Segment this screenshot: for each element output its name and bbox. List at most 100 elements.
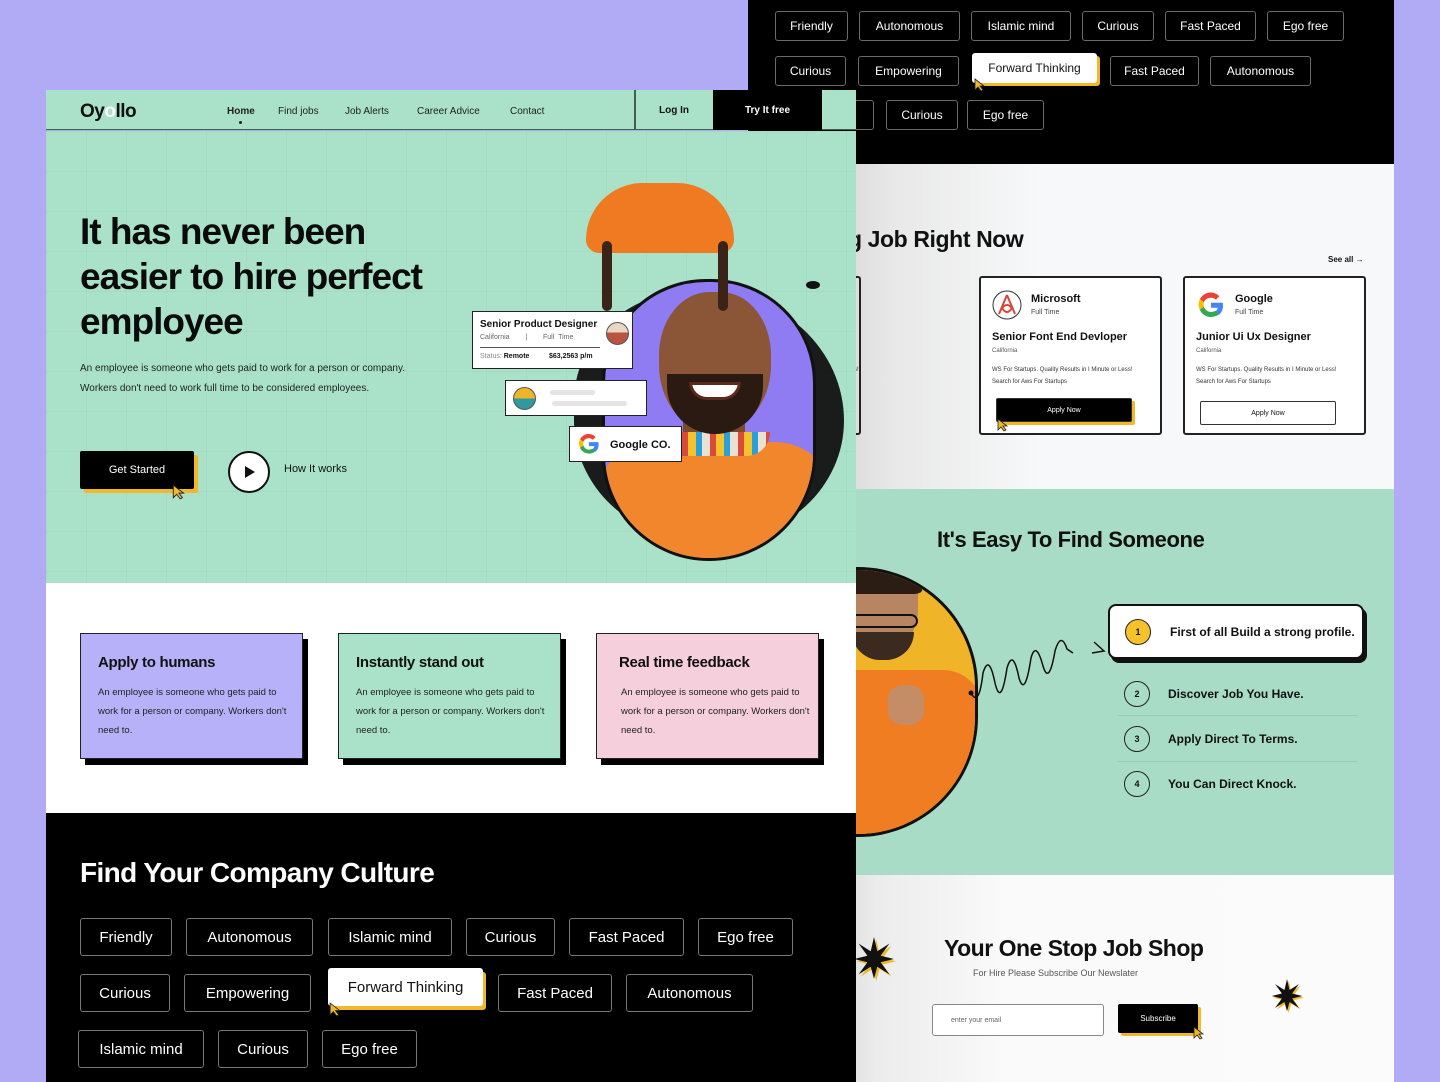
google-logo-icon <box>579 433 599 454</box>
front-page-preview: Oyollo Home Find jobs Job Alerts Career … <box>46 90 856 1082</box>
culture-chip[interactable]: Curious <box>80 974 170 1012</box>
culture-chip[interactable]: Curious <box>886 100 958 130</box>
jobs-title: g Job Right Now <box>848 226 1024 252</box>
job-type: Full Time <box>1031 309 1060 316</box>
divider <box>1118 761 1358 762</box>
step-item-active[interactable]: 1 First of all Build a strong profile. <box>1108 604 1364 659</box>
job-pay: $63,2563 p/m <box>549 353 593 360</box>
try-free-button[interactable]: Try It free <box>713 90 822 130</box>
active-indicator <box>239 121 242 124</box>
culture-chip-active[interactable]: Forward Thinking <box>328 968 483 1006</box>
culture-chip[interactable]: Islamic mind <box>971 11 1071 41</box>
step-text[interactable]: Apply Direct To Terms. <box>1168 732 1298 746</box>
culture-chip[interactable]: Curious <box>775 56 846 86</box>
apply-now-button[interactable]: Apply Now <box>1200 401 1336 425</box>
play-icon <box>245 466 255 478</box>
nav-link-home[interactable]: Home <box>227 106 255 117</box>
arrow-right-icon: → <box>1355 255 1364 264</box>
culture-chip[interactable]: Ego free <box>1267 11 1344 41</box>
job-description: WS For Startups. Quality Results in I Mi… <box>992 367 1133 385</box>
star-burst-icon <box>854 937 896 981</box>
culture-chip[interactable]: Autonomous <box>859 11 960 41</box>
job-location: California <box>992 348 1018 354</box>
company-card[interactable]: Google CO. <box>569 426 682 462</box>
job-card-microsoft: Microsoft Full Time Senior Font End Devl… <box>979 276 1162 435</box>
culture-chip[interactable]: Autonomous <box>186 918 313 956</box>
culture-chip[interactable]: Autonomous <box>626 974 753 1012</box>
skeleton-line <box>552 401 627 406</box>
job-title: Junior Ui Ux Designer <box>1196 331 1311 343</box>
culture-chip[interactable]: Empowering <box>184 974 311 1012</box>
subscribe-button[interactable]: Subscribe <box>1118 1004 1198 1033</box>
job-company: Google <box>1235 293 1273 305</box>
culture-chip[interactable]: Ego free <box>322 1030 417 1068</box>
person-hair <box>718 241 728 311</box>
step-text: First of all Build a strong profile. <box>1170 625 1355 639</box>
culture-chip[interactable]: Fast Paced <box>498 974 612 1012</box>
cursor-icon <box>974 78 986 92</box>
divider <box>480 347 600 348</box>
logo[interactable]: Oyollo <box>80 101 137 123</box>
culture-chip[interactable]: Ego free <box>698 918 793 956</box>
step-number: 4 <box>1124 771 1150 797</box>
step-text[interactable]: Discover Job You Have. <box>1168 687 1304 701</box>
login-button[interactable]: Log In <box>635 90 713 130</box>
top-nav: Oyollo Home Find jobs Job Alerts Career … <box>46 90 856 130</box>
apply-now-button[interactable]: Apply Now <box>996 398 1132 422</box>
play-button[interactable] <box>228 451 270 493</box>
hero-description: An employee is someone who gets paid to … <box>80 363 405 394</box>
feature-title: Apply to humans <box>98 654 216 671</box>
culture-chip[interactable]: Fast Paced <box>1165 11 1256 41</box>
newsletter-subtitle: For Hire Please Subscribe Our Newslater <box>973 968 1139 978</box>
cursor-icon <box>1193 1026 1205 1040</box>
culture-chip[interactable]: Autonomous <box>1210 56 1311 86</box>
nav-link-career-advice[interactable]: Career Advice <box>417 106 480 117</box>
job-preview-card[interactable]: Senior Product Designer California | Ful… <box>472 311 633 369</box>
easy-title: It's Easy To Find Someone <box>937 527 1205 552</box>
feature-description: An employee is someone who gets paid to … <box>98 687 287 736</box>
company-name: Google CO. <box>610 439 671 451</box>
culture-chip[interactable]: Curious <box>218 1030 308 1068</box>
avatar <box>513 387 536 410</box>
job-card-google: Google Full Time Junior Ui Ux Designer C… <box>1183 276 1366 435</box>
candidate-loading-card[interactable] <box>505 380 647 416</box>
job-type: Full Time <box>1235 309 1264 316</box>
step-number: 2 <box>1124 681 1150 707</box>
culture-chip[interactable]: Fast Paced <box>1110 56 1199 86</box>
culture-section: Find Your Company Culture Friendly Auton… <box>46 813 856 1082</box>
hero-person-photo <box>602 279 816 561</box>
step-text[interactable]: You Can Direct Knock. <box>1168 777 1296 791</box>
culture-chip[interactable]: Islamic mind <box>78 1030 204 1068</box>
job-location: California <box>1196 348 1222 354</box>
feature-card: Instantly stand out An employee is someo… <box>338 633 561 759</box>
newsletter-title: Your One Stop Job Shop <box>944 935 1204 961</box>
culture-chip[interactable]: Islamic mind <box>328 918 452 956</box>
culture-chip[interactable]: Curious <box>466 918 555 956</box>
feature-title: Instantly stand out <box>356 654 484 671</box>
culture-chip[interactable]: Friendly <box>775 11 848 41</box>
cursor-icon <box>329 1002 342 1017</box>
hero-section: It has never been easier to hire perfect… <box>46 131 856 583</box>
culture-chip[interactable]: Curious <box>1082 11 1154 41</box>
divider <box>1118 715 1358 716</box>
nav-link-contact[interactable]: Contact <box>510 106 544 117</box>
culture-chip[interactable]: Empowering <box>858 56 959 86</box>
nav-link-find-jobs[interactable]: Find jobs <box>278 106 319 117</box>
culture-chip[interactable]: Friendly <box>80 918 172 956</box>
squiggle-arrow-icon <box>968 639 1106 699</box>
feature-title: Real time feedback <box>619 654 750 671</box>
how-it-works-link[interactable]: How It works <box>284 463 347 475</box>
culture-chip[interactable]: Ego free <box>967 100 1044 130</box>
nav-link-job-alerts[interactable]: Job Alerts <box>345 106 389 117</box>
job-description: WS For Startups. Quality Results in I Mi… <box>1196 367 1337 385</box>
ink-splatter <box>806 281 820 289</box>
see-all-link[interactable]: See all → <box>1328 255 1364 264</box>
job-status: Status: Remote <box>480 353 530 360</box>
cursor-icon <box>997 418 1009 432</box>
culture-chip-active[interactable]: Forward Thinking <box>972 53 1097 83</box>
hero-title: It has never been easier to hire perfect… <box>80 211 423 342</box>
person-hair <box>602 241 612 311</box>
avatar <box>606 322 629 345</box>
email-input[interactable]: enter your email <box>932 1004 1104 1036</box>
culture-chip[interactable]: Fast Paced <box>569 918 684 956</box>
